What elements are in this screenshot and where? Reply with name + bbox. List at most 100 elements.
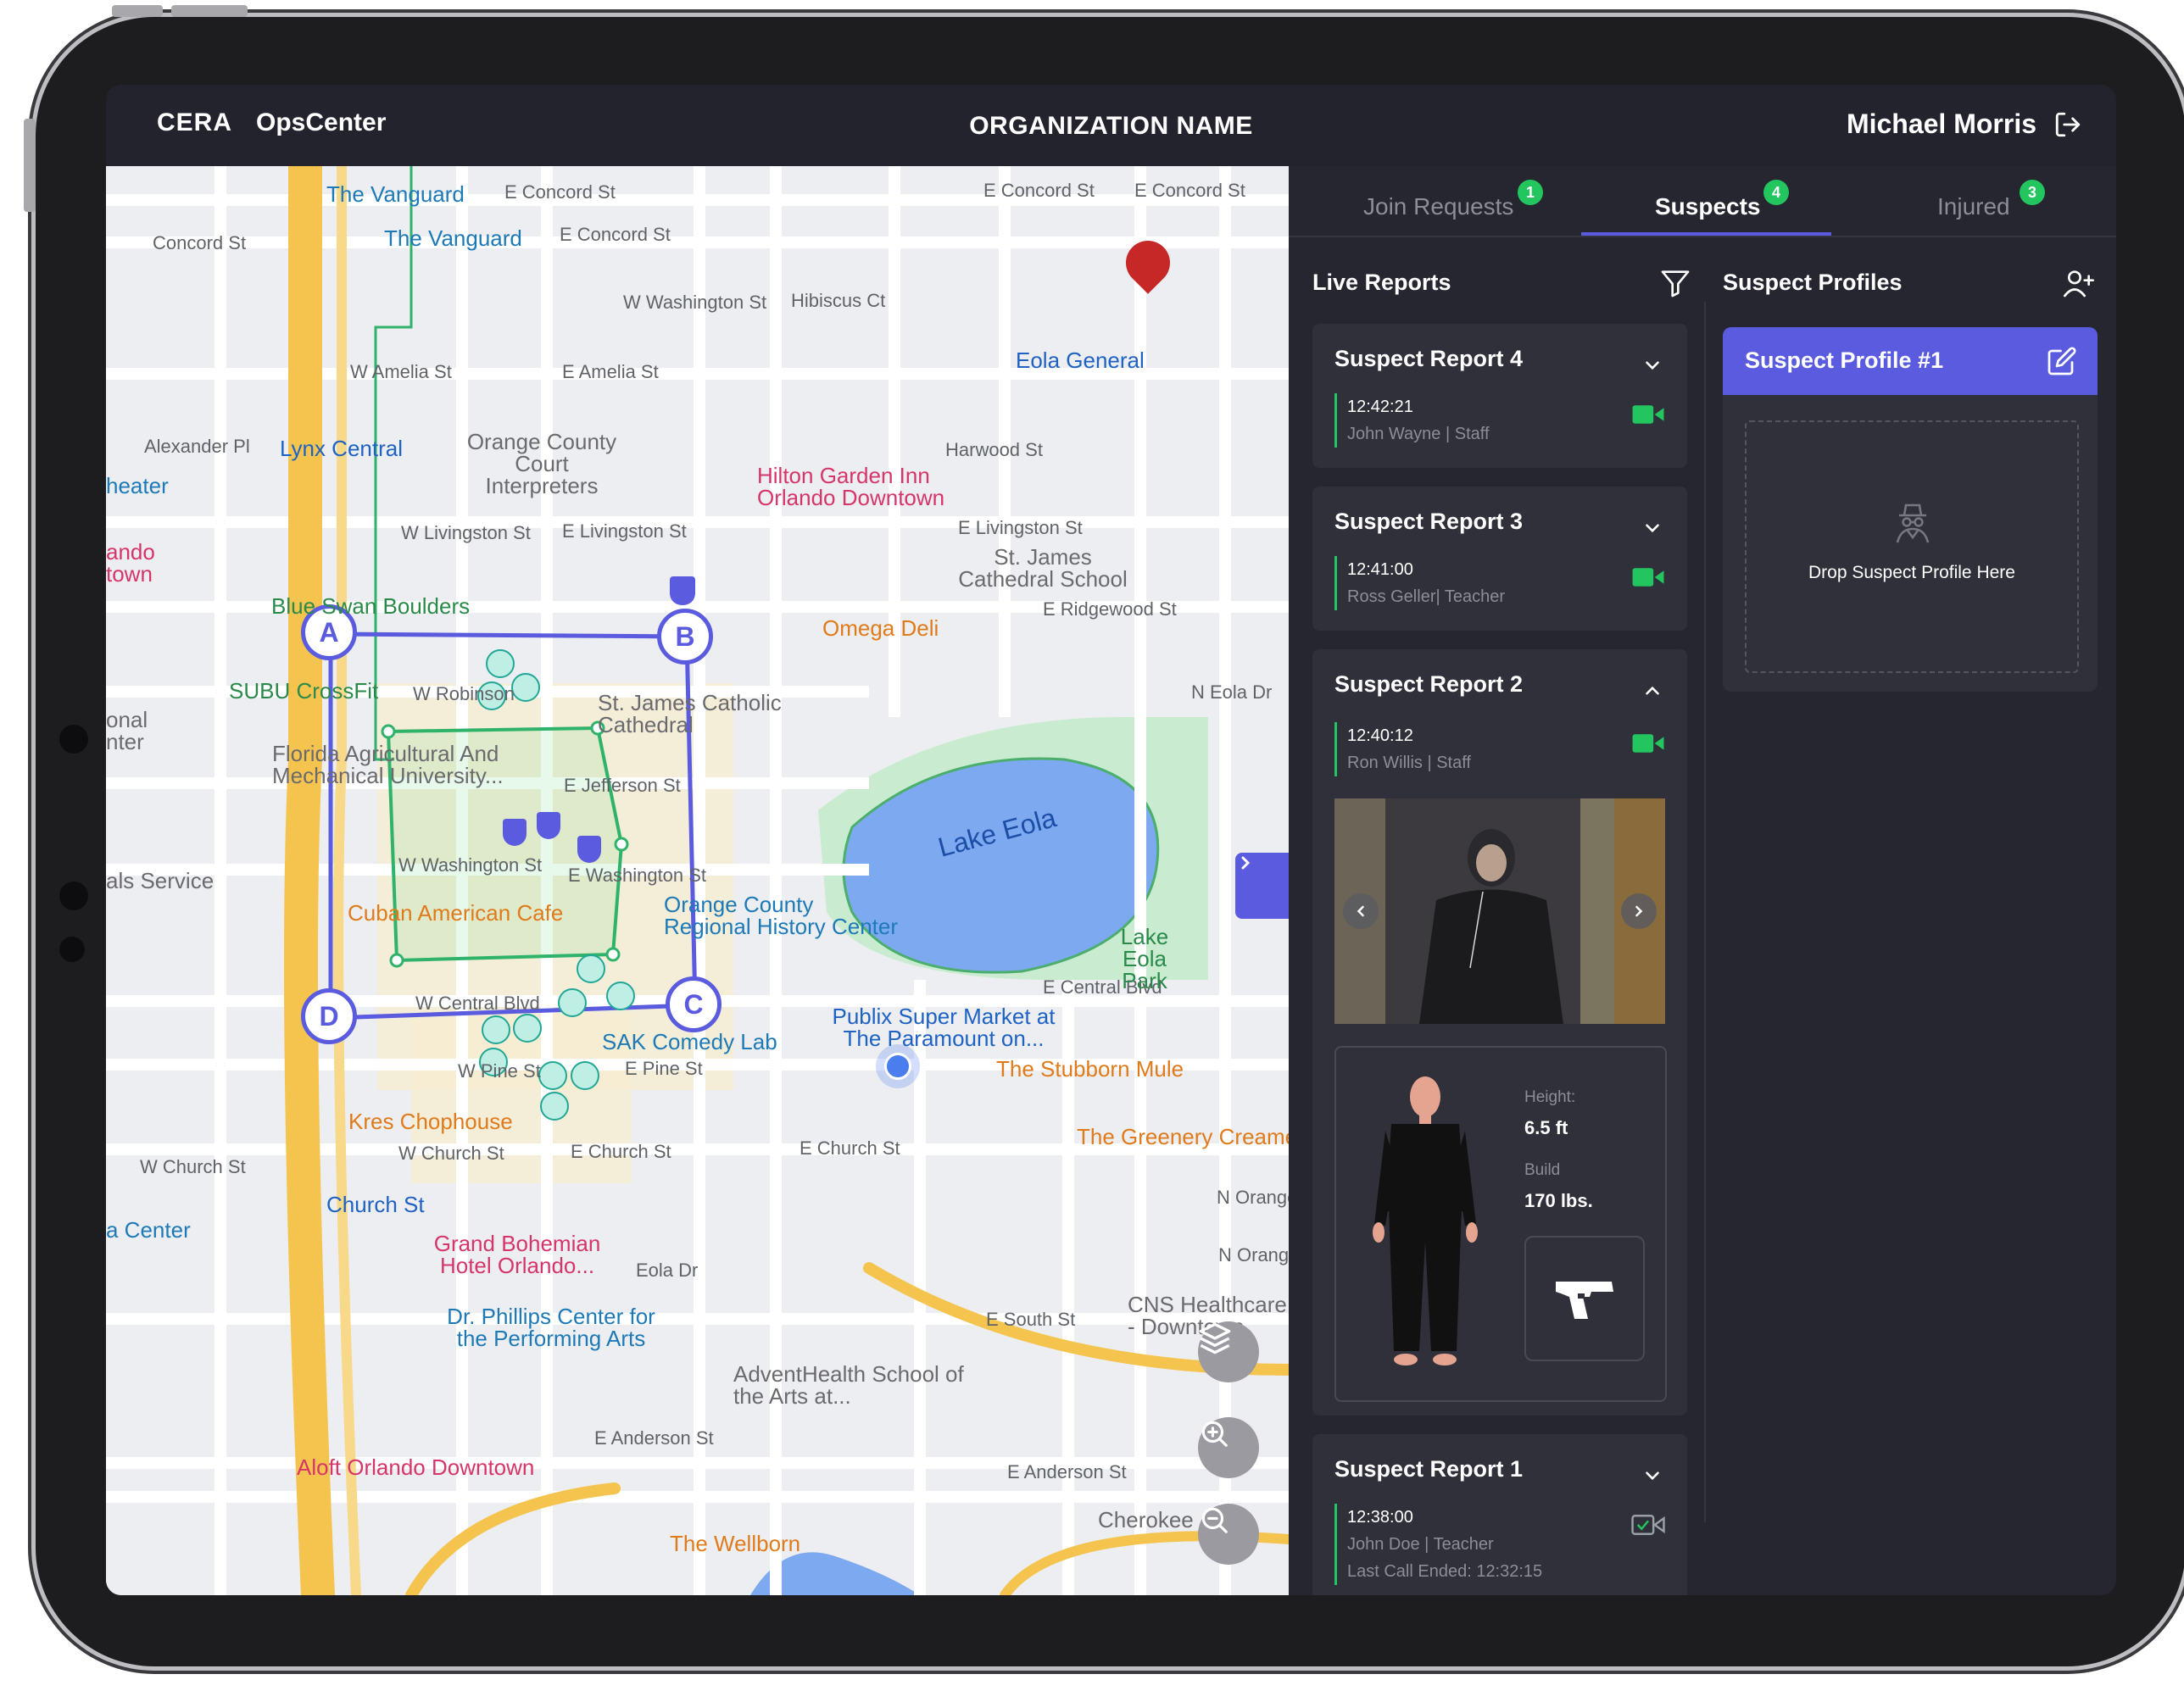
person-icon[interactable] [511,673,540,702]
poi-label[interactable]: onal nter [106,709,165,753]
marker-b[interactable]: B [657,609,713,665]
edit-icon[interactable] [2047,346,2077,376]
person-icon[interactable] [577,954,605,983]
poi-label[interactable]: Publix Super Market at The Paramount on.… [825,1005,1062,1049]
street-label: E Amelia St [562,361,659,382]
carousel-prev-button[interactable] [1343,893,1379,929]
report-card[interactable]: Suspect Report 3 12:41:00 Ross Geller| T… [1312,487,1687,631]
poi-label[interactable]: ando town [106,541,165,585]
poi-label[interactable]: SUBU CrossFit [229,678,378,704]
street-label: W Church St [398,1143,504,1164]
zoom-in-icon [1201,1421,1228,1447]
tab-suspects[interactable]: Suspects [1655,193,1761,220]
poi-label[interactable]: Church St [326,1192,425,1218]
chevron-down-icon[interactable] [1641,517,1663,539]
carousel-next-button[interactable] [1621,893,1657,929]
weapon-box [1524,1236,1645,1361]
live-reports-title: Live Reports [1312,270,1451,295]
expand-panel-button[interactable] [1235,853,1289,919]
police-shield-icon[interactable] [503,819,526,846]
add-user-icon[interactable] [2062,266,2096,300]
street-label: W Washington St [623,292,767,313]
person-icon[interactable] [540,1092,569,1121]
poi-label[interactable]: als Service [106,868,214,894]
person-icon[interactable] [482,1015,510,1044]
suspect-profile-card[interactable]: Suspect Profile #1 Drop Suspect Profile … [1723,327,2098,692]
logout-icon[interactable] [2053,110,2082,139]
map-view[interactable]: A B C D E Concord St E Concord St E Conc… [106,166,1289,1595]
street-label: W Central Blvd [415,993,540,1014]
tab-badge: 3 [2020,180,2045,205]
marker-c[interactable]: C [666,976,722,1032]
poi-label[interactable]: Cuban American Cafe [348,900,563,926]
report-card-expanded[interactable]: Suspect Report 2 12:40:12 Ron Willis | S… [1312,649,1687,1416]
marker-d[interactable]: D [301,988,357,1044]
zoom-in-button[interactable] [1198,1417,1259,1478]
report-card[interactable]: Suspect Report 4 12:42:21 John Wayne | S… [1312,324,1687,468]
zoom-out-button[interactable] [1198,1504,1259,1565]
poi-label[interactable]: Orange County Regional History Center [664,893,901,937]
map-layers-button[interactable] [1198,1321,1259,1382]
tab-join-requests[interactable]: Join Requests [1363,193,1513,220]
poi-label[interactable]: The Greenery Creame [1077,1124,1289,1150]
person-icon[interactable] [558,988,587,1017]
poi-label[interactable]: Eola General [1016,348,1145,374]
report-time: 12:41:00 [1347,560,1413,579]
video-camera-icon[interactable] [1631,565,1665,590]
street-label: E Church St [800,1137,900,1159]
video-camera-ended-icon[interactable] [1631,1512,1665,1538]
suspect-photo-carousel[interactable] [1334,798,1665,1024]
k9-shield-icon[interactable] [670,576,695,605]
poi-label[interactable]: a Center [106,1217,191,1243]
tab-injured[interactable]: Injured [1937,193,2010,220]
person-icon[interactable] [571,1061,599,1090]
poi-label[interactable]: Kres Chophouse [348,1109,513,1135]
poi-label[interactable]: The Vanguard [326,181,465,208]
active-tab-indicator [1581,232,1831,236]
person-icon[interactable] [606,982,635,1010]
build-value: 170 lbs. [1524,1190,1593,1211]
poi-label[interactable]: Omega Deli [822,615,939,642]
person-icon[interactable] [513,1014,542,1043]
chevron-down-icon[interactable] [1641,354,1663,376]
poi-label[interactable]: Blue Swan Boulders [271,593,470,620]
police-shield-icon[interactable] [577,836,601,863]
report-card[interactable]: Suspect Report 1 12:38:00 John Doe | Tea… [1312,1434,1687,1595]
poi-label[interactable]: St. James Catholic Cathedral [598,692,793,736]
poi-label[interactable]: SAK Comedy Lab [602,1029,777,1055]
poi-label[interactable]: AdventHealth School of the Arts at... [733,1363,971,1407]
video-camera-icon[interactable] [1631,731,1665,756]
poi-label[interactable]: Orange County Court Interpreters [457,431,627,497]
camera-dot [59,882,88,910]
poi-label[interactable]: The Vanguard [384,225,522,252]
marker-label: D [319,1000,339,1032]
poi-label[interactable]: Lynx Central [280,436,403,462]
poi-label[interactable]: St. James Cathedral School [945,546,1140,590]
street-label: Hibiscus Ct [791,290,886,311]
poi-label[interactable]: Cherokee [1098,1507,1194,1533]
poi-label[interactable]: The Stubborn Mule [996,1056,1184,1082]
spy-icon [1896,503,1930,543]
poi-label[interactable]: The Wellborn [670,1531,800,1557]
person-icon[interactable] [538,1061,567,1090]
report-meta: 12:42:21 John Wayne | Staff [1334,393,1490,448]
person-icon[interactable] [486,649,515,678]
video-camera-icon[interactable] [1631,402,1665,427]
side-panel: Join Requests 1 Suspects 4 Injured 3 Liv… [1289,166,2116,1595]
poi-label[interactable]: Lake Eola Park [1098,926,1191,992]
profile-drop-zone[interactable]: Drop Suspect Profile Here [1745,420,2079,673]
chevron-up-icon[interactable] [1641,680,1663,702]
poi-label[interactable]: Aloft Orlando Downtown [297,1454,534,1481]
chevron-down-icon[interactable] [1641,1465,1663,1487]
poi-label[interactable]: Hilton Garden Inn Orlando Downtown [757,464,961,509]
filter-icon[interactable] [1658,266,1692,300]
marker-label: A [319,616,339,648]
street-label: E Anderson St [594,1427,714,1449]
poi-label[interactable]: Dr. Phillips Center for the Performing A… [441,1305,661,1349]
street-label: W Amelia St [350,361,452,382]
tab-badge: 4 [1763,180,1789,205]
poi-label[interactable]: heater [106,473,169,499]
poi-label[interactable]: Grand Bohemian Hotel Orlando... [420,1232,615,1276]
poi-label[interactable]: Florida Agricultural And Mechanical Univ… [272,743,526,787]
police-shield-icon[interactable] [537,812,560,839]
